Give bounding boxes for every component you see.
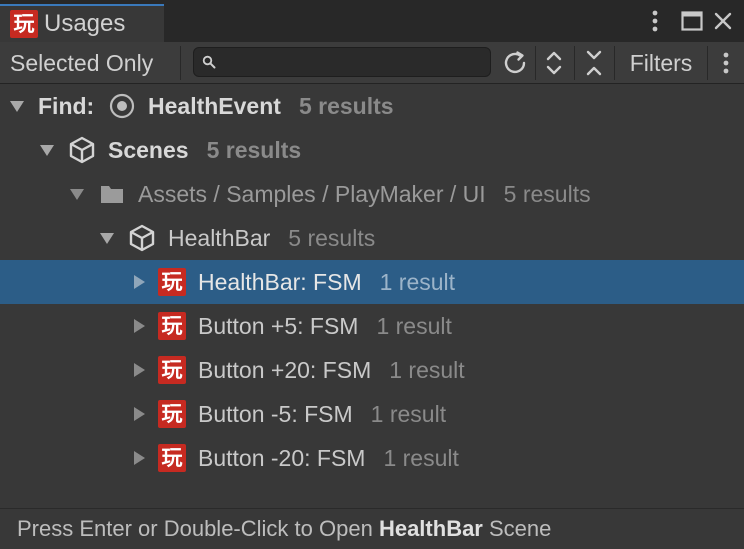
close-button[interactable] [708,6,738,36]
status-suffix: Scene [489,516,552,541]
fsm-label: Button +20: FSM [198,357,372,383]
close-icon [714,12,732,30]
toolbar-options-button[interactable] [712,42,740,84]
toolbar-divider [574,46,575,80]
playmaker-fsm-icon: 玩 [158,268,186,296]
status-hint: Press Enter or Double-Click to Open Heal… [17,509,551,549]
tab-bar: 玩 Usages [0,0,744,42]
gameobject-cube-icon [127,223,157,253]
result-count: 5 results [503,181,591,207]
usages-tree: Find: HealthEvent 5 results Scenes 5 resul… [0,84,744,504]
kebab-menu-icon [652,10,658,32]
status-bar: Press Enter or Double-Click to Open Heal… [0,508,744,548]
tab-title: Usages [44,10,126,37]
expand-all-button[interactable] [537,42,571,84]
kebab-menu-icon [723,52,729,74]
more-options-button[interactable] [640,6,670,36]
tree-row-fsm[interactable]: 玩 Button +5: FSM 1 result [0,304,744,348]
folder-icon [97,179,127,209]
unity-cube-icon [67,135,97,165]
folder-path: Assets / Samples / PlayMaker / UI [138,181,486,207]
collapsed-arrow-icon[interactable] [130,405,148,423]
event-name: HealthEvent [148,93,281,119]
expanded-arrow-icon[interactable] [98,229,116,247]
result-count: 1 result [383,445,459,471]
expanded-arrow-icon[interactable] [8,97,26,115]
status-target: HealthBar [378,516,483,541]
tree-row-folder[interactable]: Assets / Samples / PlayMaker / UI 5 resul… [0,172,744,216]
fsm-label: Button +5: FSM [198,313,359,339]
filters-button[interactable]: Filters [618,42,704,84]
find-prefix: Find: [38,93,95,119]
expanded-arrow-icon[interactable] [38,141,56,159]
maximize-icon [681,11,703,31]
result-count: 1 result [370,401,447,427]
collapsed-arrow-icon[interactable] [130,361,148,379]
fsm-label: HealthBar: FSM [198,269,362,295]
tree-row-fsm[interactable]: 玩 Button -5: FSM 1 result [0,392,744,436]
result-count: 5 results [206,137,302,163]
refresh-button[interactable] [497,42,533,84]
toolbar-divider [535,46,536,80]
search-input[interactable] [216,49,490,75]
playmaker-fsm-icon: 玩 [158,356,186,384]
collapsed-arrow-icon[interactable] [130,273,148,291]
search-box[interactable] [193,47,491,77]
result-count: 1 result [379,269,456,295]
collapse-icon [586,50,602,76]
collapse-all-button[interactable] [576,42,612,84]
refresh-icon [504,51,526,74]
tree-row-fsm[interactable]: 玩 Button +20: FSM 1 result [0,348,744,392]
maximize-button[interactable] [677,6,707,36]
tree-row-object[interactable]: HealthBar 5 results [0,216,744,260]
object-name: HealthBar [168,225,271,251]
toolbar: Selected Only Filters [0,42,744,84]
tree-row-scenes[interactable]: Scenes 5 results [0,128,744,172]
collapsed-arrow-icon[interactable] [130,449,148,467]
tab-usages[interactable]: 玩 Usages [0,4,164,42]
tree-row-fsm[interactable]: 玩 Button -20: FSM 1 result [0,436,744,480]
search-icon [202,55,216,69]
selected-only-toggle[interactable]: Selected Only [10,42,153,84]
scenes-label: Scenes [108,137,189,163]
status-prefix: Press Enter or Double-Click to Open [17,516,373,541]
playmaker-fsm-icon: 玩 [158,312,186,340]
expand-icon [546,51,562,75]
result-count: 1 result [389,357,465,383]
event-target-icon [107,91,137,121]
fsm-label: Button -20: FSM [198,445,366,471]
toolbar-divider [180,46,181,80]
playmaker-icon: 玩 [10,10,38,38]
playmaker-fsm-icon: 玩 [158,444,186,472]
tree-row-fsm[interactable]: 玩 HealthBar: FSM 1 result [0,260,744,304]
expanded-arrow-icon[interactable] [68,185,86,203]
toolbar-divider [707,46,708,80]
playmaker-fsm-icon: 玩 [158,400,186,428]
fsm-label: Button -5: FSM [198,401,353,427]
result-count: 5 results [298,93,394,119]
collapsed-arrow-icon[interactable] [130,317,148,335]
tree-row-find[interactable]: Find: HealthEvent 5 results [0,84,744,128]
result-count: 1 result [376,313,452,339]
result-count: 5 results [288,225,376,251]
toolbar-divider [614,46,615,80]
